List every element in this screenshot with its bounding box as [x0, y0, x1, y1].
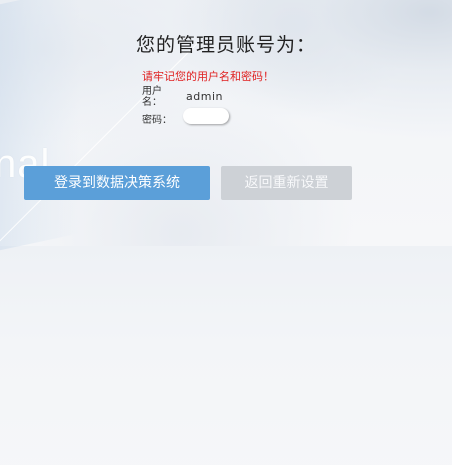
password-field[interactable]	[183, 108, 229, 124]
warning-text: 请牢记您的用户名和密码！	[142, 70, 274, 83]
page-title: 您的管理员账号为：	[135, 34, 316, 56]
password-label: 密码：	[142, 115, 172, 126]
username-value: admin	[186, 90, 223, 103]
login-button[interactable]: 登录到数据决策系统	[24, 166, 210, 200]
reset-button[interactable]: 返回重新设置	[221, 166, 352, 200]
username-label: 用户名：	[142, 86, 162, 108]
